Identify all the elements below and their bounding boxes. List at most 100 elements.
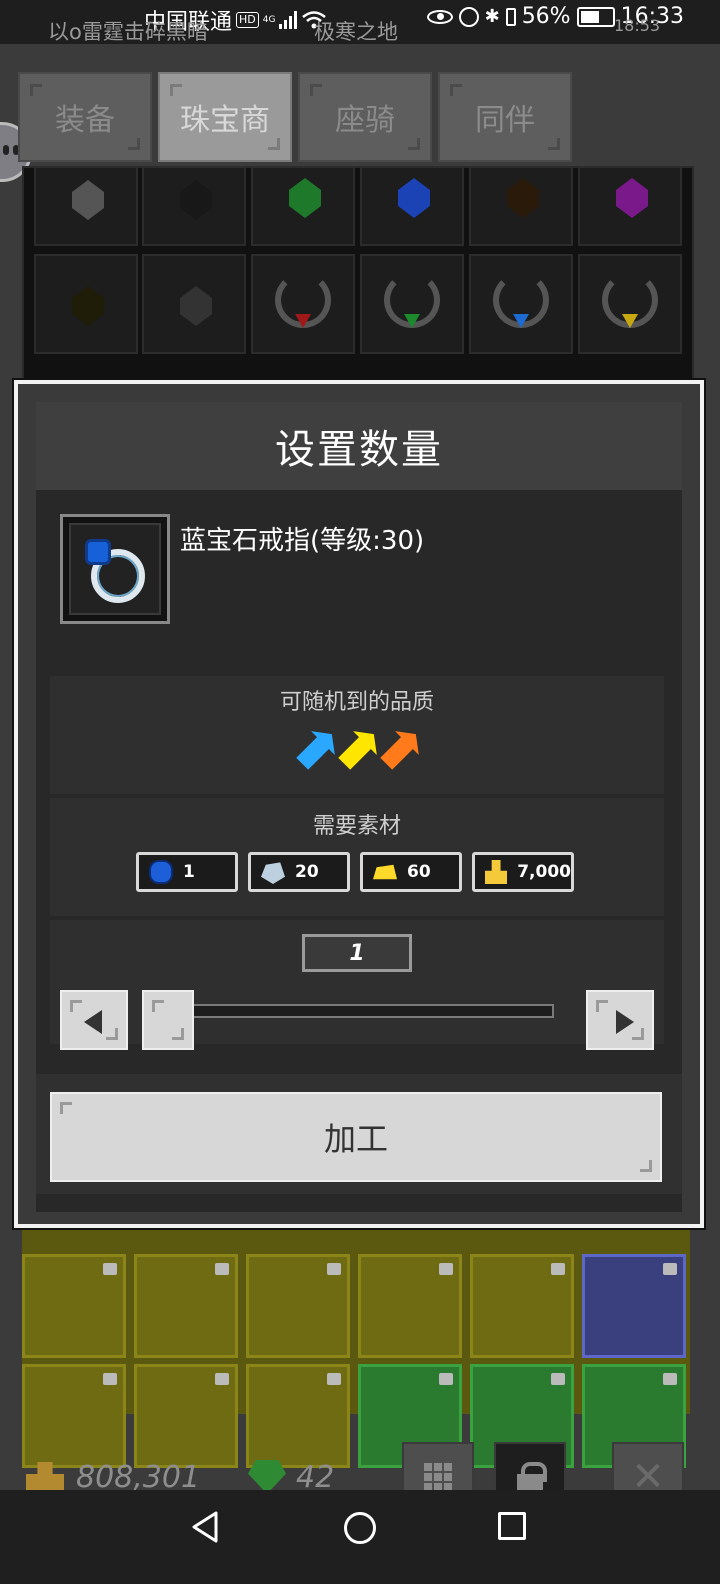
inventory-slot[interactable] xyxy=(582,1254,686,1358)
grid-cell[interactable] xyxy=(360,166,464,246)
lock-icon xyxy=(551,1263,565,1275)
materials-title: 需要素材 xyxy=(312,814,401,839)
tab-label: 座骑 xyxy=(335,103,395,138)
tab-mounts[interactable]: 座骑 xyxy=(298,72,432,162)
inventory-slot[interactable] xyxy=(134,1254,238,1358)
quantity-slider[interactable] xyxy=(192,1004,554,1018)
status-bar: 中国联通 HD 4G ✱ 56% 16:33 xyxy=(0,0,720,44)
lock-icon xyxy=(103,1373,117,1385)
tab-label: 珠宝商 xyxy=(180,103,270,138)
home-icon[interactable] xyxy=(344,1512,376,1544)
inventory-slot[interactable] xyxy=(358,1254,462,1358)
arrow-left-icon xyxy=(84,1010,102,1034)
battery-percent: 56% xyxy=(521,4,571,29)
navigation-bar xyxy=(0,1490,720,1584)
lock-icon xyxy=(551,1373,565,1385)
status-right: ✱ 56% 16:33 xyxy=(426,4,684,29)
tab-label: 装备 xyxy=(55,103,115,138)
grid-cell[interactable] xyxy=(251,166,355,246)
grid-cell[interactable] xyxy=(469,254,573,354)
hd-badge: HD xyxy=(236,12,259,28)
inventory-slot[interactable] xyxy=(470,1254,574,1358)
grid-cell[interactable] xyxy=(578,254,682,354)
increase-button[interactable] xyxy=(586,990,654,1050)
material-item[interactable]: 1 xyxy=(136,852,238,892)
lock-icon xyxy=(439,1263,453,1275)
amethyst-icon xyxy=(616,178,648,218)
dialog-header: 设置数量 xyxy=(36,402,682,490)
grid-icon xyxy=(424,1463,452,1491)
gem-icon xyxy=(72,286,104,326)
lock-icon xyxy=(327,1263,341,1275)
lock-icon xyxy=(103,1263,117,1275)
gold-bars-icon xyxy=(485,860,508,884)
lock-icon xyxy=(215,1373,229,1385)
craft-button-label: 加工 xyxy=(323,1120,388,1158)
signal-icon xyxy=(279,11,298,29)
blue-feather-icon xyxy=(287,719,346,778)
grid-cell[interactable] xyxy=(578,166,682,246)
gem-icon xyxy=(507,178,539,218)
inventory-slot[interactable] xyxy=(22,1254,126,1358)
arrow-right-icon xyxy=(616,1010,634,1034)
recent-apps-icon[interactable] xyxy=(498,1512,526,1540)
material-amount: 1 xyxy=(183,862,195,882)
gem-icon xyxy=(180,286,212,326)
inventory-slot[interactable] xyxy=(22,1364,126,1468)
gem-icon xyxy=(180,180,212,220)
material-item[interactable]: 60 xyxy=(360,852,462,892)
grid-cell[interactable] xyxy=(251,254,355,354)
craft-button[interactable]: 加工 xyxy=(50,1092,662,1182)
game-screen: 中国联通 HD 4G ✱ 56% 16:33 以o雷霆击碎黑暗 极寒之地 18:… xyxy=(0,0,720,1584)
material-amount: 20 xyxy=(295,862,319,882)
grid-cell[interactable] xyxy=(142,166,246,246)
inventory-grid xyxy=(22,1218,690,1468)
battery-icon xyxy=(576,6,615,27)
status-left: 中国联通 HD 4G xyxy=(144,4,327,36)
decrease-button[interactable] xyxy=(60,990,128,1050)
material-amount: 7,000 xyxy=(517,862,571,882)
lock-icon xyxy=(663,1263,677,1275)
vibrate-icon xyxy=(505,7,516,26)
lock-icon xyxy=(327,1373,341,1385)
wifi-icon xyxy=(301,10,327,30)
back-icon[interactable] xyxy=(190,1510,220,1544)
gold-ore-icon xyxy=(373,864,397,880)
silver-ore-icon xyxy=(261,862,285,884)
grid-cell[interactable] xyxy=(360,254,464,354)
necklace-icon xyxy=(384,272,440,328)
grid-cell[interactable] xyxy=(469,166,573,246)
sapphire-icon xyxy=(398,178,430,218)
lock-icon xyxy=(517,1462,547,1492)
sapphire-icon xyxy=(149,860,173,884)
material-item[interactable]: 20 xyxy=(248,852,350,892)
yellow-feather-icon xyxy=(329,719,388,778)
item-preview xyxy=(69,523,161,615)
network-label: 4G xyxy=(262,14,276,25)
slider-handle[interactable] xyxy=(142,990,194,1050)
necklace-icon xyxy=(275,272,331,328)
quality-list xyxy=(296,728,422,770)
item-preview-slot xyxy=(60,514,170,624)
carrier-label: 中国联通 xyxy=(144,10,233,35)
tab-equipment[interactable]: 装备 xyxy=(18,72,152,162)
necklace-icon xyxy=(493,272,549,328)
inventory-slot[interactable] xyxy=(134,1364,238,1468)
tab-companions[interactable]: 同伴 xyxy=(438,72,572,162)
grid-cell[interactable] xyxy=(34,166,138,246)
item-name: 蓝宝石戒指(等级:30) xyxy=(180,526,425,556)
dialog-title: 设置数量 xyxy=(275,427,443,473)
necklace-icon xyxy=(602,272,658,328)
jeweler-item-grid xyxy=(22,166,694,390)
eye-icon xyxy=(426,9,453,24)
inventory-slot[interactable] xyxy=(246,1364,350,1468)
grid-cell[interactable] xyxy=(34,254,138,354)
inventory-slot[interactable] xyxy=(246,1254,350,1358)
tab-jeweler[interactable]: 珠宝商 xyxy=(158,72,292,162)
material-item[interactable]: 7,000 xyxy=(472,852,574,892)
grid-cell[interactable] xyxy=(142,254,246,354)
quality-title: 可随机到的品质 xyxy=(279,690,434,715)
sapphire-gem-icon xyxy=(85,539,111,565)
material-amount: 60 xyxy=(407,862,431,882)
orange-feather-icon xyxy=(371,719,430,778)
